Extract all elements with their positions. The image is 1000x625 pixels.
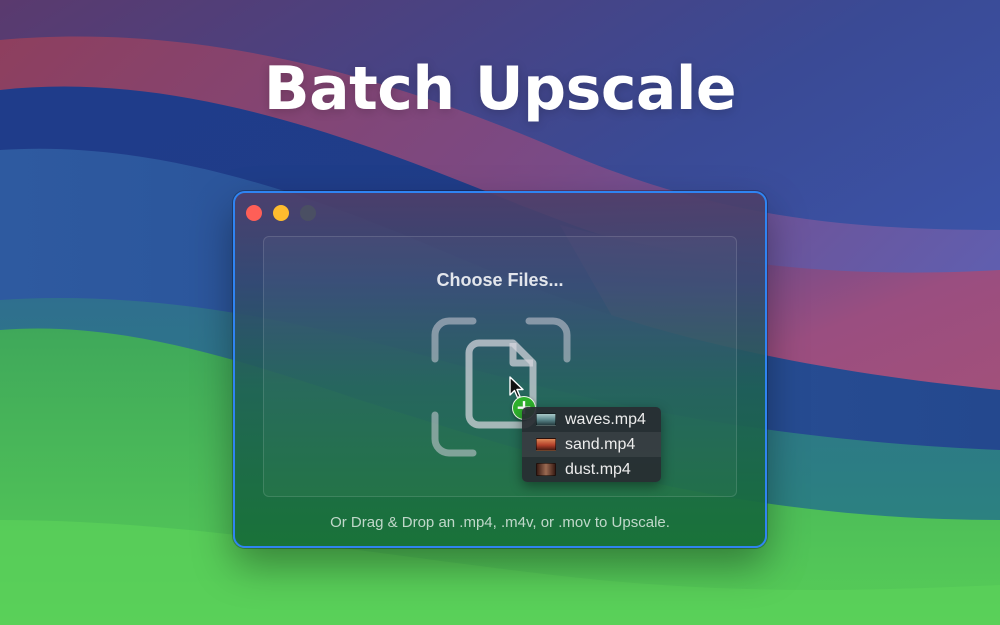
dragged-file: waves.mp4 <box>522 407 661 432</box>
app-window: Choose Files... + Or Drag & Drop an .mp4… <box>233 191 767 548</box>
drag-drop-hint: Or Drag & Drop an .mp4, .m4v, or .mov to… <box>330 514 670 531</box>
headline-title: Batch Upscale <box>263 54 737 124</box>
choose-files-button[interactable]: Choose Files... <box>264 270 736 291</box>
dragged-file: dust.mp4 <box>522 457 661 482</box>
file-name: dust.mp4 <box>565 460 631 478</box>
zoom-icon[interactable] <box>300 205 316 221</box>
close-icon[interactable] <box>246 205 262 221</box>
video-thumbnail-icon <box>536 463 556 476</box>
file-name: sand.mp4 <box>565 435 636 453</box>
video-thumbnail-icon <box>536 438 556 451</box>
window-controls <box>246 205 316 221</box>
video-thumbnail-icon <box>536 413 556 426</box>
dragged-files-list: waves.mp4 sand.mp4 dust.mp4 <box>522 407 661 482</box>
file-name: waves.mp4 <box>565 410 646 428</box>
minimize-icon[interactable] <box>273 205 289 221</box>
drop-zone[interactable]: Choose Files... + <box>263 236 737 497</box>
dragged-file: sand.mp4 <box>522 432 661 457</box>
